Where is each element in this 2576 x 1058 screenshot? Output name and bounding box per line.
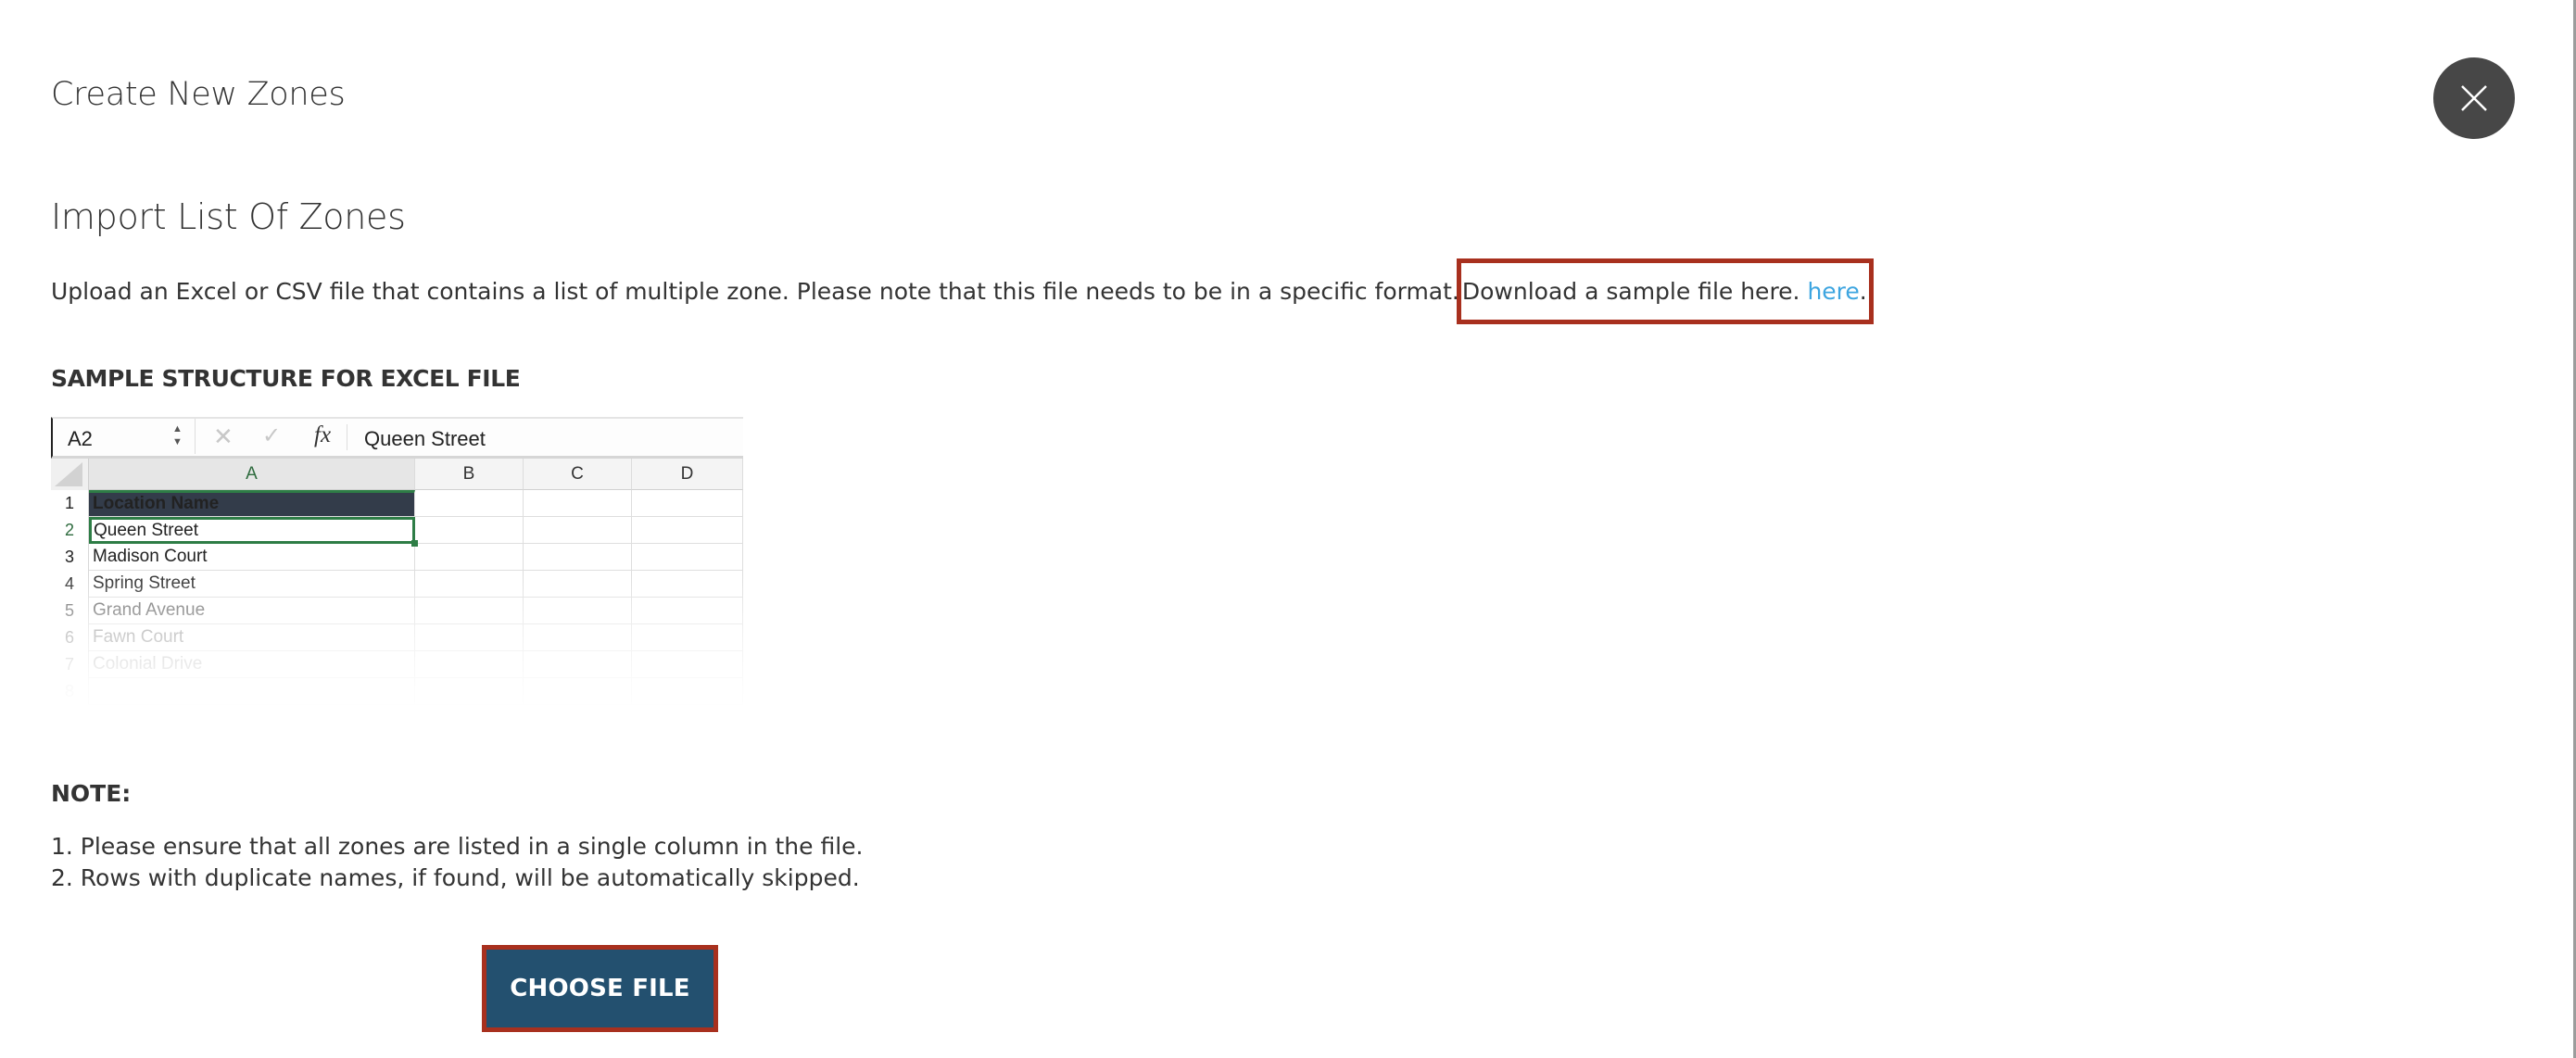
column-header-c: C (524, 459, 632, 490)
column-header-d: D (632, 459, 743, 490)
fill-handle (411, 540, 418, 547)
fade-overlay (51, 574, 743, 715)
formula-value: Queen Street (364, 427, 486, 450)
data-cell: Queen Street (89, 517, 415, 544)
note-item: 1. Please ensure that all zones are list… (51, 833, 864, 860)
note-label: NOTE: (51, 780, 132, 807)
close-icon (2461, 85, 2487, 111)
fx-icon: fx (314, 422, 332, 447)
row-number: 1 (51, 490, 89, 517)
download-sample-link[interactable]: here (1807, 278, 1859, 305)
empty-cell (632, 490, 743, 517)
row-number: 2 (51, 517, 89, 544)
import-description: Upload an Excel or CSV file that contain… (51, 258, 1874, 324)
note-list: 1. Please ensure that all zones are list… (51, 831, 863, 894)
note-item: 2. Rows with duplicate names, if found, … (51, 864, 860, 891)
section-title: Import List Of Zones (51, 196, 406, 237)
cancel-icon: ✕ (213, 422, 234, 450)
name-box: A2 (68, 427, 93, 450)
empty-cell (524, 544, 632, 571)
sample-spreadsheet-image: A2 ▲ ▼ ✕ ✓ fx Queen Street A B C D 1 Locat… (51, 417, 743, 715)
empty-cell (632, 517, 743, 544)
download-sample-text: Download a sample file here. (1461, 278, 1800, 305)
spinner-icon: ▲ ▼ (172, 423, 183, 447)
confirm-icon: ✓ (262, 423, 282, 448)
name-box-divider (195, 419, 196, 454)
description-text: Upload an Excel or CSV file that contain… (51, 278, 1459, 305)
empty-cell (524, 517, 632, 544)
column-header-a: A (89, 459, 415, 490)
empty-cell (415, 544, 524, 571)
empty-cell (632, 544, 743, 571)
download-sample-highlight: Download a sample file here. here. (1456, 258, 1874, 324)
empty-cell (415, 490, 524, 517)
empty-cell (524, 490, 632, 517)
empty-cell (415, 517, 524, 544)
sample-structure-label: SAMPLE STRUCTURE FOR EXCEL FILE (51, 365, 521, 392)
close-button[interactable] (2433, 57, 2515, 139)
header-cell: Location Name (89, 490, 415, 517)
choose-file-button[interactable]: CHOOSE FILE (482, 945, 718, 1032)
modal-title: Create New Zones (51, 76, 346, 113)
row-number: 3 (51, 544, 89, 571)
column-header-b: B (415, 459, 524, 490)
corner-triangle-icon (55, 462, 82, 486)
download-suffix: . (1859, 278, 1867, 305)
data-cell: Madison Court (89, 544, 415, 571)
